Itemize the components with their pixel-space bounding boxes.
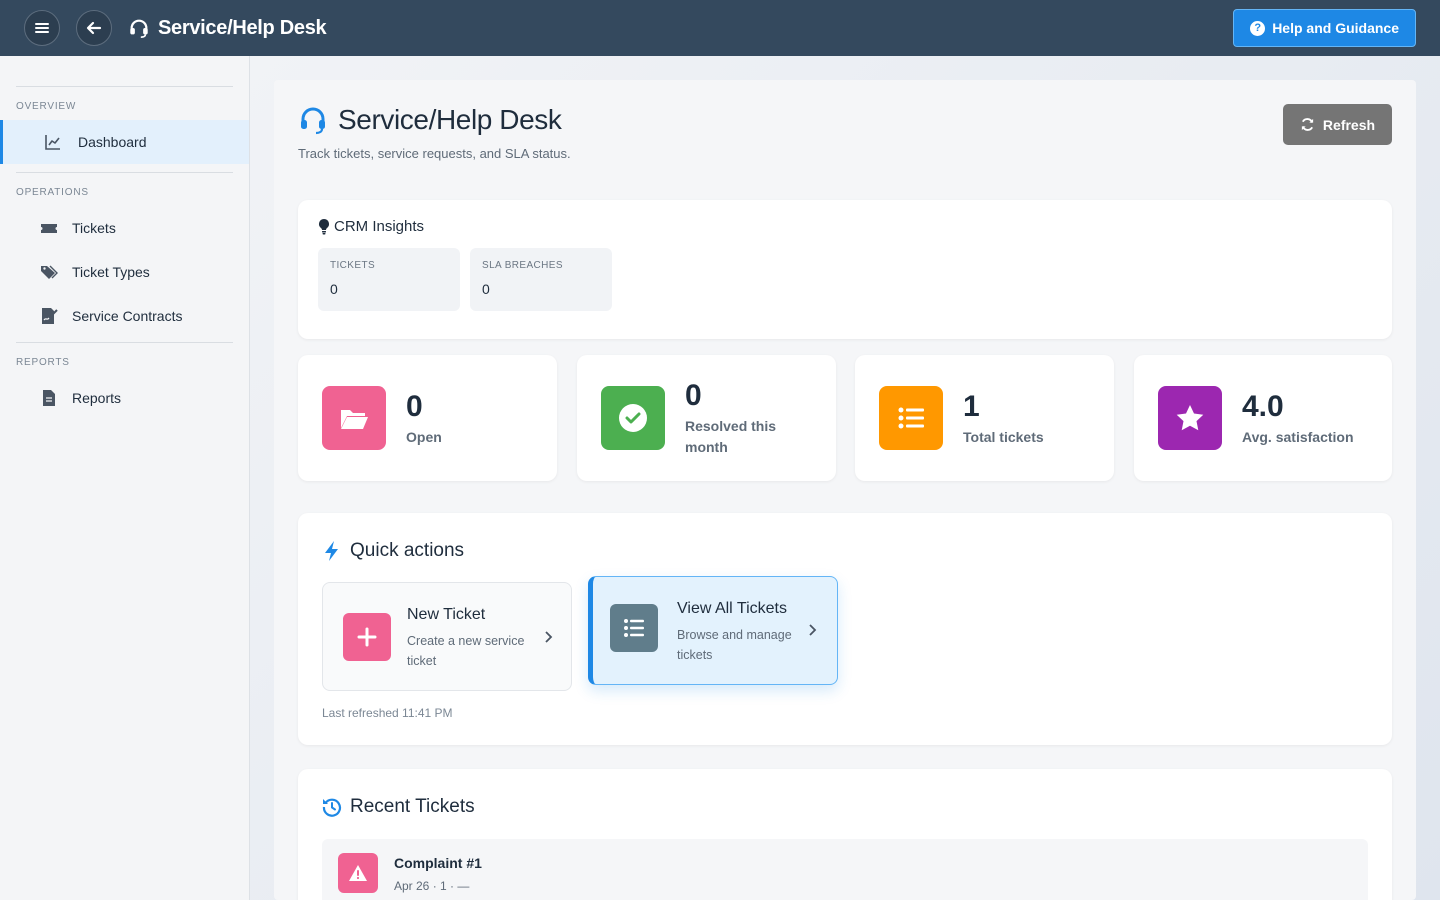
sidebar-heading: REPORTS (16, 357, 70, 368)
app-title-text: Service/Help Desk (158, 16, 327, 39)
insight-metric-sla-breaches: SLA BREACHES 0 (470, 248, 612, 311)
sidebar-item-label: Tickets (72, 220, 116, 236)
help-guidance-label: Help and Guidance (1272, 20, 1399, 36)
insight-metric-label: TICKETS (330, 260, 376, 271)
quick-action-icon-box (343, 613, 391, 661)
stat-value: 0 (406, 390, 423, 423)
tags-icon (41, 265, 58, 279)
page-subtitle: Track tickets, service requests, and SLA… (298, 146, 571, 161)
sidebar-section-operations: OPERATIONS Tickets Ticket Types Service … (0, 164, 249, 338)
file-icon (43, 390, 55, 406)
stat-icon-box (601, 386, 665, 450)
stat-card-total: 1 Total tickets (855, 355, 1114, 481)
menu-icon (35, 23, 49, 33)
stat-card-resolved: 0 Resolved this month (577, 355, 836, 481)
ticket-icon (41, 224, 57, 233)
app-title: Service/Help Desk (128, 16, 327, 40)
file-signature-icon (42, 308, 58, 324)
insight-metric-label: SLA BREACHES (482, 260, 563, 271)
question-circle-icon: ? (1250, 20, 1266, 36)
quick-action-title: New Ticket (407, 606, 486, 623)
menu-button[interactable] (24, 10, 60, 46)
quick-action-desc: Create a new service ticket (407, 634, 525, 668)
insight-metric-tickets: TICKETS 0 (318, 248, 460, 311)
stat-label: Avg. satisfaction (1242, 429, 1354, 445)
check-circle-icon (619, 404, 647, 432)
top-bar: Service/Help Desk ? Help and Guidance (0, 0, 1440, 56)
stat-card-open: 0 Open (298, 355, 557, 481)
chevron-right-icon (545, 631, 553, 643)
sidebar-item-label: Ticket Types (72, 264, 150, 280)
sidebar-item-label: Dashboard (78, 134, 147, 150)
recent-ticket-row[interactable]: Complaint #1 Apr 26 · 1 · — (322, 839, 1368, 900)
stat-icon-box (322, 386, 386, 450)
quick-action-new-ticket[interactable]: New Ticket Create a new service ticket (322, 582, 572, 691)
quick-actions-title: Quick actions (322, 540, 464, 562)
sidebar-section-reports: REPORTS Reports (0, 338, 249, 420)
page-title-text: Service/Help Desk (338, 104, 562, 135)
crm-insights-title-text: CRM Insights (334, 218, 425, 235)
sidebar-heading: OPERATIONS (16, 187, 89, 198)
star-icon (1176, 405, 1204, 431)
sidebar-item-ticket-types[interactable]: Ticket Types (0, 250, 249, 294)
refresh-icon (1301, 118, 1314, 131)
chevron-right-icon (809, 624, 817, 636)
refresh-label: Refresh (1322, 116, 1376, 133)
stat-value: 4.0 (1242, 390, 1284, 423)
stat-value: 0 (685, 379, 702, 412)
help-guidance-button[interactable]: ? Help and Guidance (1233, 9, 1416, 47)
warning-icon (349, 865, 367, 881)
headset-icon (301, 107, 325, 135)
quick-action-view-all-tickets[interactable]: View All Tickets Browse and manage ticke… (588, 576, 838, 685)
quick-action-title: View All Tickets (677, 600, 787, 617)
list-icon (624, 619, 644, 637)
sidebar-item-label: Reports (72, 390, 122, 406)
quick-action-icon-box (610, 604, 658, 652)
sidebar-section-overview: OVERVIEW Dashboard (0, 56, 249, 164)
stat-icon-box (879, 386, 943, 450)
recent-tickets-card: Recent Tickets Complaint #1 Apr 26 · 1 ·… (298, 769, 1392, 900)
ticket-title: Complaint #1 (394, 855, 482, 871)
list-icon (898, 407, 924, 429)
chart-line-icon (45, 135, 60, 150)
plus-icon (357, 627, 377, 647)
folder-open-icon (341, 410, 368, 429)
insight-metric-value: 0 (482, 281, 490, 297)
ticket-meta: Apr 26 · 1 · — (394, 879, 470, 893)
recent-tickets-title-text: Recent Tickets (350, 796, 475, 817)
quick-actions-title-text: Quick actions (350, 540, 465, 561)
back-button[interactable] (76, 10, 112, 46)
recent-tickets-title: Recent Tickets (322, 796, 475, 818)
quick-actions-card: Quick actions New Ticket Create a new se… (298, 513, 1392, 745)
page-header: Service/Help Desk Track tickets, service… (298, 104, 571, 161)
stat-label: Resolved this month (685, 418, 777, 455)
stat-icon-box (1158, 386, 1222, 450)
crm-insights-title: CRM Insights (318, 218, 424, 235)
stat-card-satisfaction: 4.0 Avg. satisfaction (1134, 355, 1392, 481)
quick-action-desc: Browse and manage tickets (677, 628, 792, 662)
sidebar-item-reports[interactable]: Reports (0, 376, 249, 420)
lightbulb-icon (319, 218, 329, 234)
sidebar-item-tickets[interactable]: Tickets (0, 206, 249, 250)
crm-insights-card: CRM Insights TICKETS 0 SLA BREACHES 0 (298, 200, 1392, 339)
sidebar-item-dashboard[interactable]: Dashboard (0, 120, 249, 164)
refresh-button[interactable]: Refresh (1283, 104, 1392, 145)
page-title: Service/Help Desk (298, 104, 571, 136)
headset-icon (130, 19, 148, 38)
back-arrow-icon (86, 21, 102, 35)
stat-label: Open (406, 429, 442, 445)
insight-metric-value: 0 (330, 281, 338, 297)
bolt-icon (325, 541, 338, 561)
sidebar-heading: OVERVIEW (16, 101, 77, 112)
sidebar: OVERVIEW Dashboard OPERATIONS Tickets Ti… (0, 56, 250, 900)
last-refreshed: Last refreshed 11:41 PM (322, 706, 453, 720)
sidebar-item-label: Service Contracts (72, 308, 183, 324)
stat-value: 1 (963, 390, 980, 423)
sidebar-item-service-contracts[interactable]: Service Contracts (0, 294, 249, 338)
history-icon (322, 798, 342, 817)
stat-label: Total tickets (963, 429, 1044, 445)
ticket-icon-box (338, 853, 378, 893)
